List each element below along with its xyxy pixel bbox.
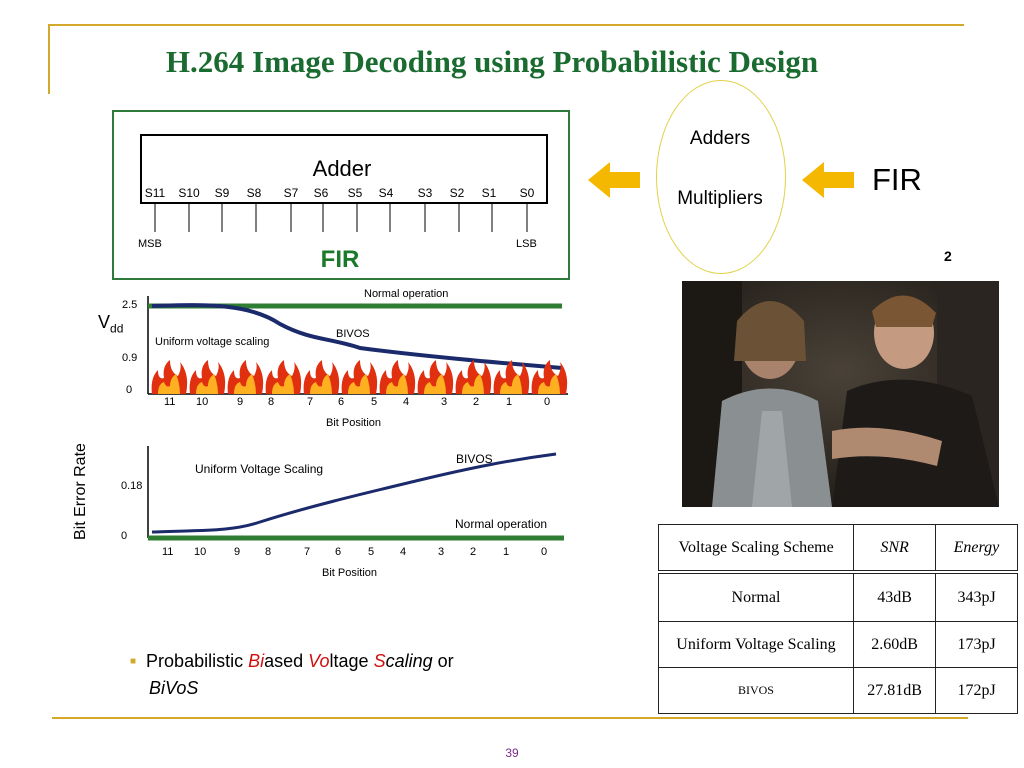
ber-x-tick: 10 <box>194 546 207 558</box>
table-cell: 343pJ <box>935 573 1018 622</box>
table-row: Normal 43dB 343pJ <box>658 573 1018 622</box>
vdd-x-tick: 6 <box>338 396 345 408</box>
table-row: BIVOS 27.81dB 172pJ <box>658 667 1018 714</box>
ber-x-tick: 3 <box>438 546 445 558</box>
comparison-table-header: Voltage Scaling Scheme SNR Energy <box>657 524 1019 571</box>
vdd-y-tick: 0.9 <box>122 352 138 364</box>
bullet-highlight: S <box>373 651 386 671</box>
ber-axis-label: Bit Error Rate <box>72 443 89 540</box>
table-cell: 172pJ <box>935 667 1018 714</box>
ber-x-tick: 7 <box>304 546 311 558</box>
bullet-text: caling <box>385 651 433 671</box>
ber-x-tick: 6 <box>335 546 342 558</box>
fire-icons <box>151 360 568 394</box>
ber-x-tick: 8 <box>265 546 272 558</box>
bit-error-rate-chart <box>147 446 564 541</box>
ber-x-tick: 1 <box>503 546 510 558</box>
vdd-bivos-label: BIVOS <box>336 328 370 340</box>
ber-x-tick: 2 <box>470 546 477 558</box>
vdd-x-tick: 2 <box>473 396 480 408</box>
ber-x-axis-label: Bit Position <box>322 567 378 579</box>
table-cell: Uniform Voltage Scaling <box>658 621 854 668</box>
table-cell: 43dB <box>852 573 937 622</box>
ber-bivos-label: BIVOS <box>456 452 493 466</box>
vdd-x-tick: 11 <box>164 396 176 408</box>
ber-uniform-label: Uniform Voltage Scaling <box>195 462 324 476</box>
vdd-x-tick: 3 <box>441 396 448 408</box>
vdd-x-tick: 0 <box>544 396 551 408</box>
bullet-acronym: BiVoS <box>149 678 199 699</box>
ber-x-tick: 4 <box>400 546 407 558</box>
ber-y-tick: 0.18 <box>121 480 143 492</box>
header-scheme: Voltage Scaling Scheme <box>657 524 855 571</box>
vdd-label-main: V <box>98 312 111 332</box>
ber-x-tick: 9 <box>234 546 241 558</box>
bullet-text: ltage <box>329 651 374 671</box>
table-cell: 173pJ <box>935 621 1018 668</box>
table-row: Uniform Voltage Scaling 2.60dB 173pJ <box>658 621 1018 668</box>
photo-index-digit: 2 <box>944 248 952 264</box>
header-energy: Energy <box>934 524 1019 571</box>
vdd-x-tick: 8 <box>268 396 275 408</box>
vdd-y-tick: 0 <box>126 384 133 396</box>
bullet-text: ased <box>264 651 309 671</box>
left-arrow-icon <box>588 162 640 198</box>
vdd-x-tick: 9 <box>237 396 244 408</box>
ber-x-tick: 0 <box>541 546 548 558</box>
bullet-highlight: Vo <box>308 651 330 671</box>
vdd-label-sub: dd <box>110 321 124 336</box>
vdd-y-tick: 2.5 <box>122 299 138 311</box>
bullet-highlight: Bi <box>248 651 265 671</box>
bullet-text: or <box>432 651 454 671</box>
vdd-axis-label: Vdd <box>98 312 123 336</box>
table-cell: 27.81dB <box>852 667 937 714</box>
ber-x-tick: 5 <box>368 546 375 558</box>
table-cell: BIVOS <box>658 667 854 714</box>
fir-source-label: FIR <box>872 162 922 197</box>
table-cell: 2.60dB <box>852 621 937 668</box>
decoded-video-frame-image <box>682 281 999 507</box>
left-arrow-icon <box>802 162 854 198</box>
bullet-text: Probabilistic <box>146 651 249 671</box>
header-snr: SNR <box>853 524 936 571</box>
bivos-bullet: ■ Probabilistic Biased Voltage Scaling or… <box>130 648 550 701</box>
table-cell: Normal <box>658 573 854 622</box>
ber-normal-label: Normal operation <box>455 517 548 531</box>
vdd-x-tick: 7 <box>307 396 314 408</box>
fir-caption: FIR <box>320 246 360 273</box>
ber-x-tick: 11 <box>162 546 174 558</box>
ellipse-adders-label: Adders <box>689 128 751 149</box>
comparison-table: Normal 43dB 343pJ Uniform Voltage Scalin… <box>658 573 1018 714</box>
vdd-x-tick: 10 <box>196 396 209 408</box>
ellipse-multipliers-label: Multipliers <box>677 188 763 209</box>
vdd-x-tick: 1 <box>506 396 513 408</box>
components-ellipse <box>656 80 786 274</box>
page-number: 39 <box>505 746 519 760</box>
bullet-square-icon: ■ <box>130 656 137 668</box>
vdd-uniform-label: Uniform voltage scaling <box>155 336 270 348</box>
vdd-normal-label: Normal operation <box>364 288 449 300</box>
vdd-x-tick: 5 <box>371 396 378 408</box>
ber-y-tick: 0 <box>121 530 128 542</box>
vdd-x-axis-label: Bit Position <box>326 417 382 429</box>
vdd-x-tick: 4 <box>403 396 410 408</box>
